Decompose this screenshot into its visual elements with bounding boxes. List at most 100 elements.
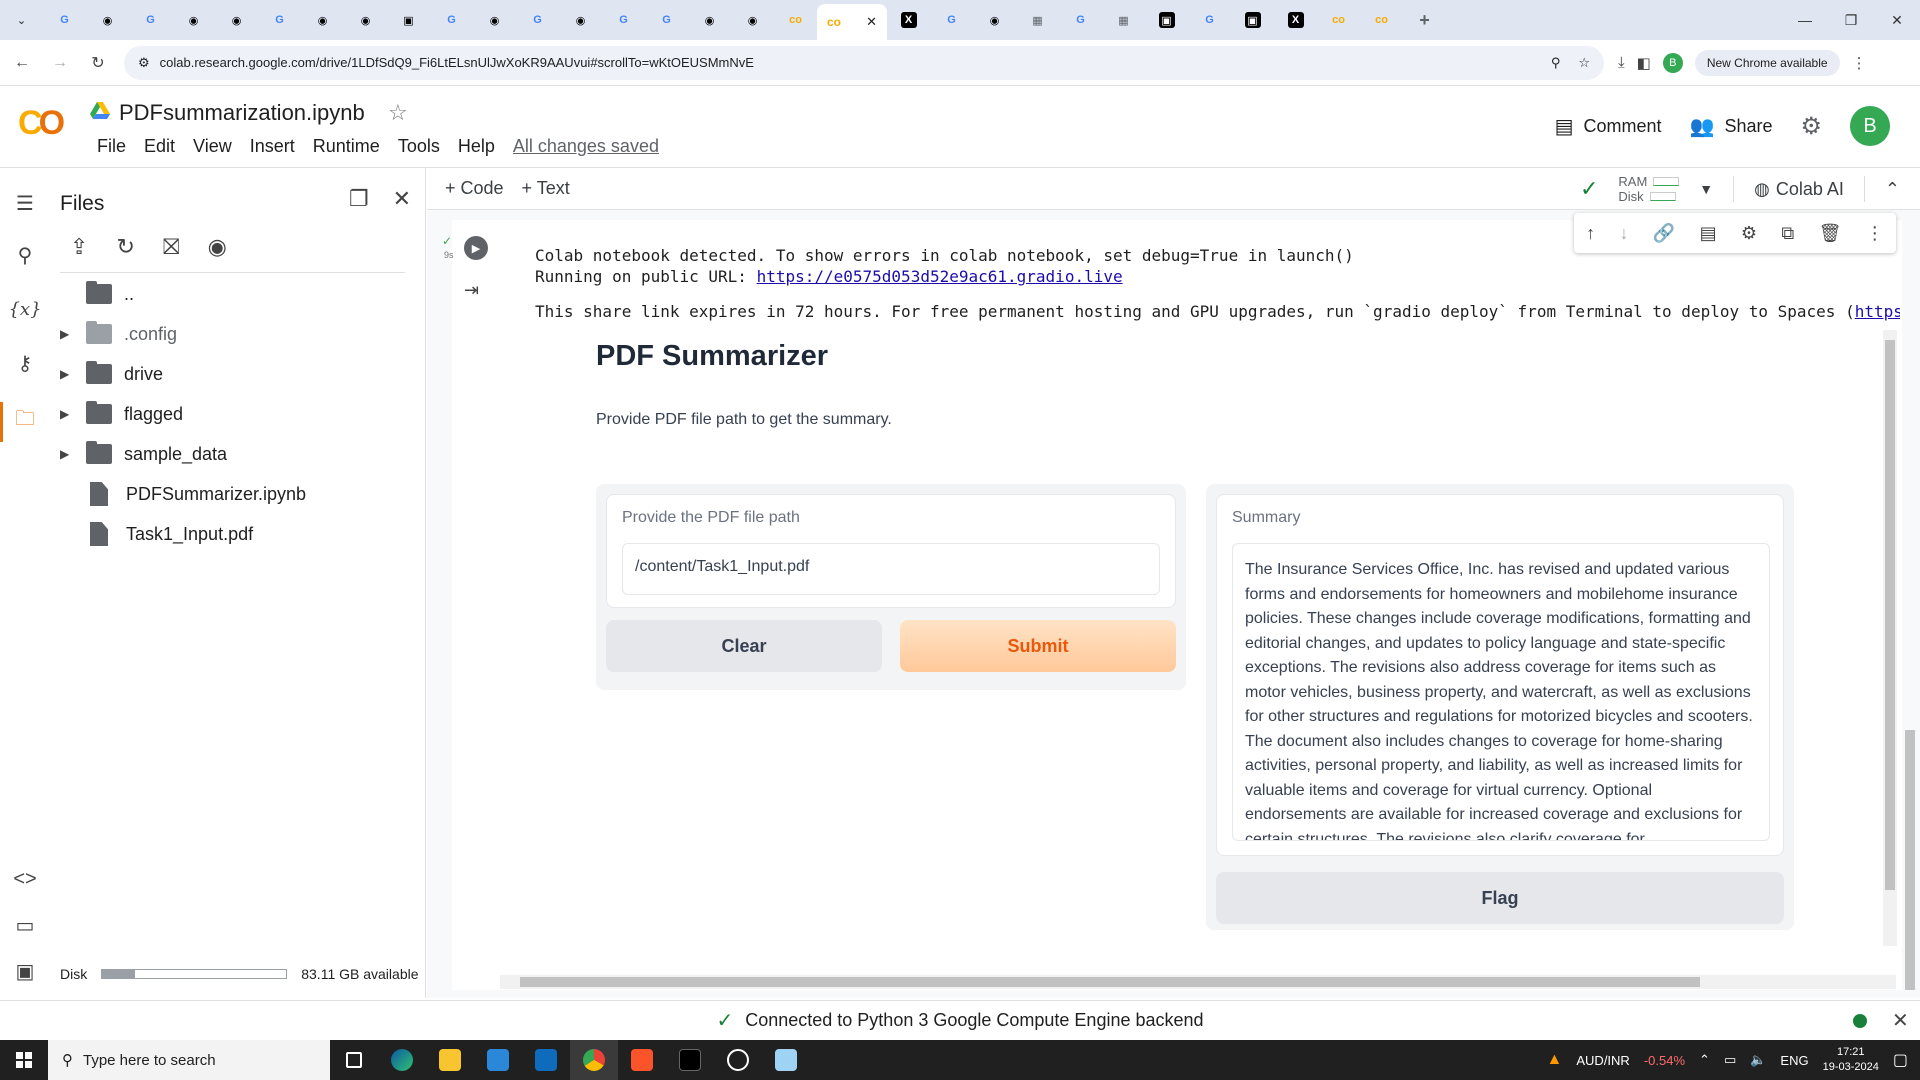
menu-help[interactable]: Help [449, 136, 504, 157]
ticker-pair[interactable]: AUD/INR [1576, 1053, 1629, 1068]
search-icon[interactable]: ⚲ [10, 240, 40, 270]
tab-github-icon[interactable]: ◉ [731, 0, 774, 40]
output-actions-icon[interactable]: ⇥ [464, 280, 479, 301]
link-icon[interactable]: 🔗 [1653, 223, 1675, 244]
tab-media-icon[interactable]: ▣ [1231, 0, 1274, 40]
notebook-scrollbar-thumb[interactable] [1905, 730, 1915, 990]
comment-cell-icon[interactable]: ▤ [1700, 223, 1717, 244]
move-down-icon[interactable]: ↓ [1619, 223, 1628, 244]
files-folder-icon[interactable]: 🗀 [10, 406, 40, 436]
tab-github-icon[interactable]: ◉ [215, 0, 258, 40]
more-icon[interactable]: ⋮ [1866, 223, 1884, 244]
profile-avatar[interactable]: B [1662, 52, 1683, 73]
show-hidden-eye-icon[interactable]: ◉ [208, 234, 227, 260]
settings-gear-icon[interactable]: ⚙ [1800, 112, 1822, 141]
tab-terminal-icon[interactable]: ▣ [387, 0, 430, 40]
tab-google-icon[interactable]: G [930, 0, 973, 40]
output-horizontal-scrollbar[interactable] [500, 975, 1896, 989]
store-icon[interactable] [474, 1040, 522, 1080]
tab-doc-icon[interactable]: ▦ [1016, 0, 1059, 40]
tab-google-icon[interactable]: G [645, 0, 688, 40]
minimize-icon[interactable]: — [1782, 12, 1828, 29]
menu-insert[interactable]: Insert [241, 136, 304, 157]
tab-colab-icon[interactable]: co [774, 0, 817, 40]
open-in-tab-icon[interactable]: ❐ [349, 186, 369, 212]
tab-list-button[interactable]: ⌄ [0, 0, 43, 40]
tab-x-icon[interactable]: X [887, 0, 930, 40]
tab-github-icon[interactable]: ◉ [973, 0, 1016, 40]
scroll-thumb[interactable] [1885, 340, 1895, 890]
restore-icon[interactable]: ❐ [1828, 12, 1874, 29]
tab-github-icon[interactable]: ◉ [86, 0, 129, 40]
file-row-notebook[interactable]: PDFSummarizer.ipynb [50, 474, 426, 514]
omnibox[interactable]: ⚙ colab.research.google.com/drive/1LDfSd… [124, 45, 1604, 80]
reload-icon[interactable]: ↻ [82, 53, 114, 73]
download-icon[interactable]: ⤓ [1618, 54, 1625, 71]
run-cell-button[interactable]: ▶ [464, 236, 488, 260]
save-status[interactable]: All changes saved [504, 136, 668, 157]
close-tab-icon[interactable]: ✕ [866, 14, 877, 30]
tab-github-icon[interactable]: ◉ [301, 0, 344, 40]
side-panel-icon[interactable]: ◧ [1637, 54, 1651, 72]
tab-google-icon[interactable]: G [1059, 0, 1102, 40]
expand-caret-icon[interactable]: ▶ [60, 367, 74, 381]
variables-icon[interactable]: {x} [8, 294, 41, 324]
user-avatar[interactable]: B [1850, 106, 1890, 146]
file-row-drive[interactable]: ▶ drive [50, 354, 426, 394]
taskbar-search[interactable]: ⚲ Type here to search [48, 1040, 330, 1080]
file-row-config[interactable]: ▶ .config [50, 314, 426, 354]
expand-caret-icon[interactable]: ▶ [60, 447, 74, 461]
menu-runtime[interactable]: Runtime [304, 136, 389, 157]
submit-button[interactable]: Submit [900, 620, 1176, 672]
menu-file[interactable]: File [88, 136, 135, 157]
spaces-link[interactable]: https:// [1855, 302, 1900, 321]
comment-button[interactable]: ▤ Comment [1555, 114, 1662, 139]
file-row-flagged[interactable]: ▶ flagged [50, 394, 426, 434]
site-info-icon[interactable]: ⚙ [138, 55, 150, 71]
tab-google-icon[interactable]: G [430, 0, 473, 40]
tab-media-icon[interactable]: ▣ [1145, 0, 1188, 40]
network-icon[interactable]: ▭ [1724, 1052, 1736, 1068]
chrome-icon[interactable] [570, 1040, 618, 1080]
forward-icon[interactable]: → [44, 54, 76, 72]
zoom-icon[interactable]: ⚲ [1551, 55, 1561, 71]
language-indicator[interactable]: ENG [1780, 1053, 1808, 1068]
tab-google-icon[interactable]: G [43, 0, 86, 40]
add-text-button[interactable]: + Text [522, 178, 570, 199]
secrets-key-icon[interactable]: ⚷ [10, 348, 40, 378]
output-vertical-scrollbar[interactable] [1883, 330, 1897, 946]
cell-settings-icon[interactable]: ⚙ [1741, 223, 1757, 244]
file-row-parent[interactable]: .. [50, 274, 426, 314]
terminal-icon[interactable]: ▣ [10, 956, 40, 986]
flag-button[interactable]: Flag [1216, 872, 1784, 924]
unmount-drive-icon[interactable]: ⛝ [163, 234, 180, 260]
terminal-icon[interactable] [666, 1040, 714, 1080]
upload-file-icon[interactable]: ⇪ [70, 234, 88, 260]
tray-chevron-icon[interactable]: ⌃ [1699, 1052, 1710, 1068]
tab-google-icon[interactable]: G [516, 0, 559, 40]
menu-view[interactable]: View [184, 136, 241, 157]
notebook-title[interactable]: PDFsummarization.ipynb [119, 100, 365, 126]
tab-github-icon[interactable]: ◉ [688, 0, 731, 40]
pdf-path-input[interactable]: /content/Task1_Input.pdf [622, 543, 1160, 595]
tab-google-icon[interactable]: G [129, 0, 172, 40]
close-status-icon[interactable]: ✕ [1892, 1008, 1909, 1033]
tab-colab-icon[interactable]: co [1360, 0, 1403, 40]
share-button[interactable]: 👥 Share [1690, 114, 1773, 139]
expand-caret-icon[interactable]: ▶ [60, 327, 74, 341]
command-palette-icon[interactable]: ▭ [10, 910, 40, 940]
colab-ai-button[interactable]: ◍ Colab AI [1754, 179, 1844, 200]
task-view-icon[interactable] [330, 1040, 378, 1080]
tab-x-icon[interactable]: X [1274, 0, 1317, 40]
scroll-thumb[interactable] [520, 977, 1700, 987]
notifications-icon[interactable]: ▢ [1893, 1050, 1908, 1070]
app-icon[interactable] [762, 1040, 810, 1080]
file-row-sample-data[interactable]: ▶ sample_data [50, 434, 426, 474]
clock[interactable]: 17:21 19-03-2024 [1823, 1045, 1879, 1075]
tab-google-icon[interactable]: G [258, 0, 301, 40]
bookmark-star-icon[interactable]: ☆ [1578, 55, 1590, 71]
tab-colab-icon[interactable]: co [1317, 0, 1360, 40]
google-drive-icon[interactable] [90, 102, 110, 120]
file-row-pdf[interactable]: Task1_Input.pdf [50, 514, 426, 554]
active-tab[interactable]: co ✕ [817, 4, 887, 40]
